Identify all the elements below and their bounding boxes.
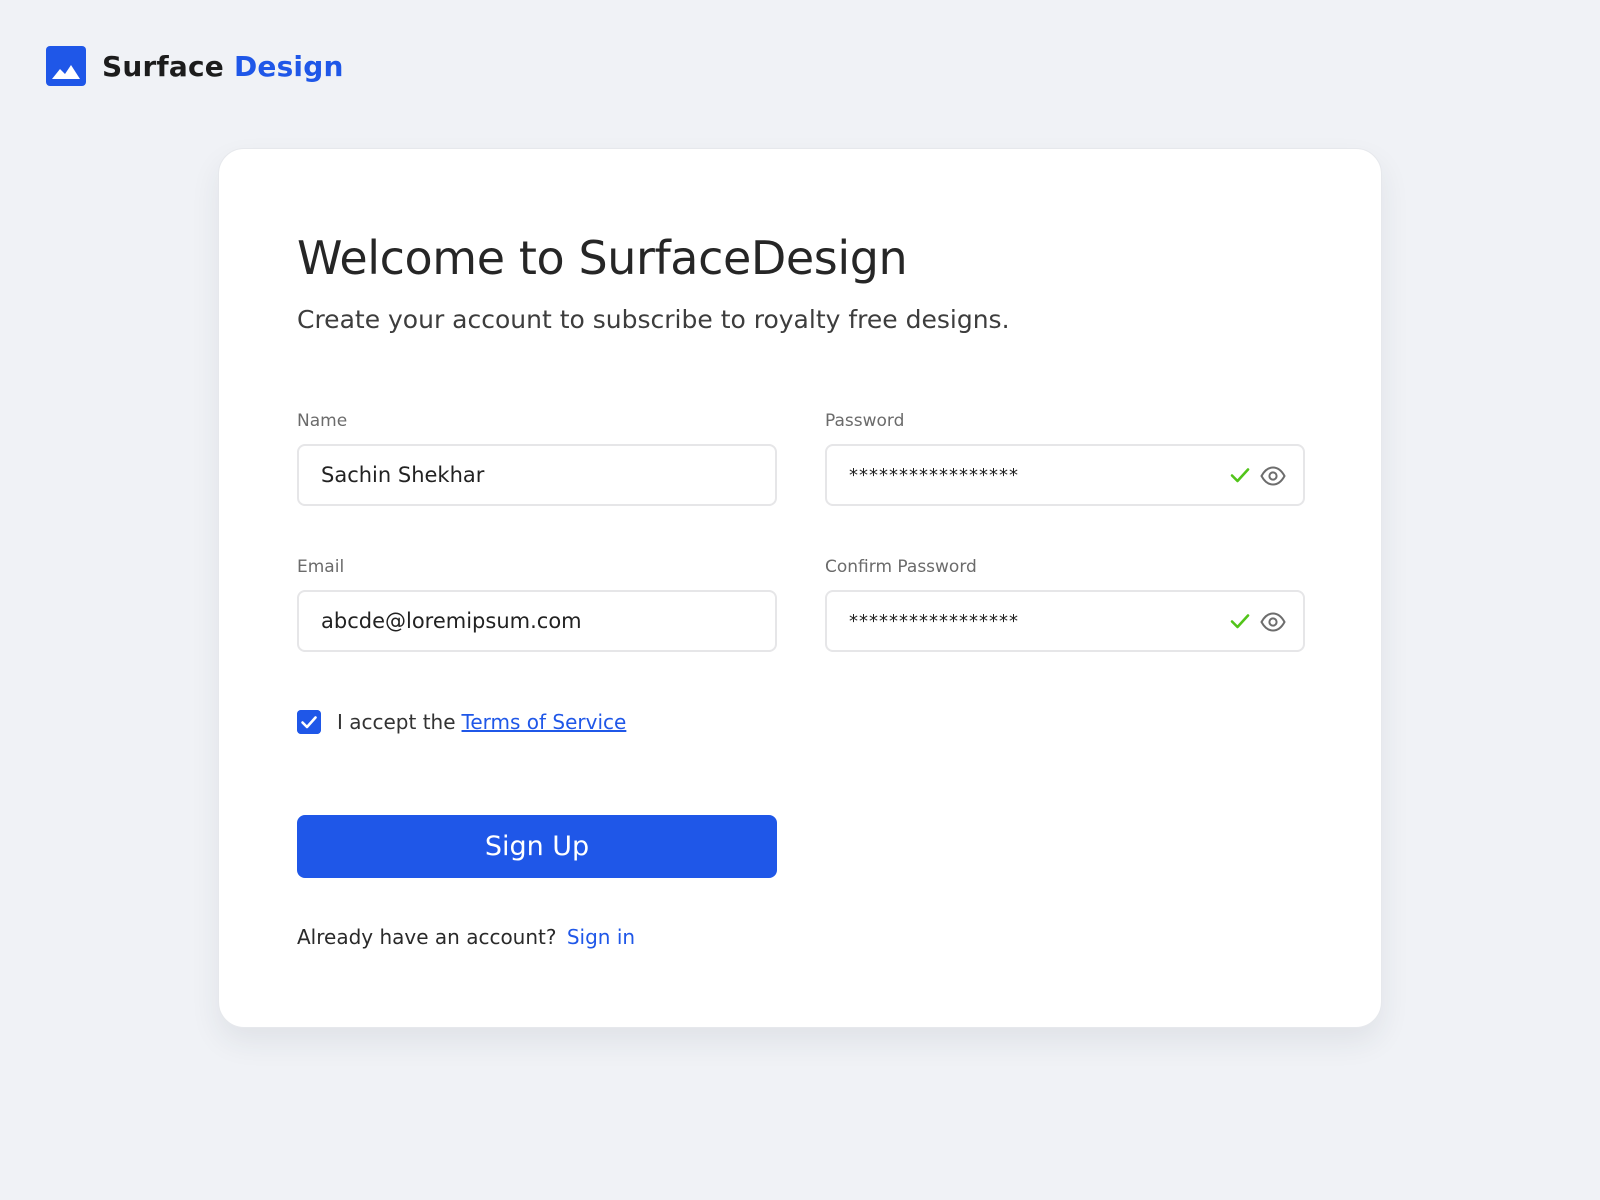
terms-checkbox[interactable] [297, 710, 321, 734]
eye-icon[interactable] [1259, 462, 1287, 490]
password-input[interactable] [849, 446, 1209, 504]
signin-row: Already have an account? Sign in [297, 925, 635, 949]
terms-of-service-link[interactable]: Terms of Service [462, 710, 627, 734]
brand-name: Surface Design [102, 50, 344, 83]
name-field[interactable] [297, 444, 777, 506]
sign-up-button[interactable]: Sign Up [297, 815, 777, 878]
brand[interactable]: Surface Design [46, 46, 344, 86]
confirm-password-label: Confirm Password [825, 557, 977, 577]
signin-prompt: Already have an account? [297, 925, 557, 949]
brand-name-second: Design [233, 49, 344, 83]
check-icon [1230, 468, 1250, 483]
eye-icon[interactable] [1259, 608, 1287, 636]
terms-row: I accept the Terms of Service [297, 709, 626, 735]
password-label: Password [825, 411, 905, 431]
email-field[interactable] [297, 590, 777, 652]
confirm-password-field[interactable] [825, 590, 1305, 652]
email-input[interactable] [321, 592, 681, 650]
email-label: Email [297, 557, 345, 577]
sign-in-link[interactable]: Sign in [567, 925, 635, 949]
signup-card: Welcome to SurfaceDesign Create your acc… [218, 148, 1382, 1028]
name-input[interactable] [321, 446, 681, 504]
page-subtitle: Create your account to subscribe to roya… [297, 305, 1010, 334]
page-title: Welcome to SurfaceDesign [297, 231, 908, 285]
image-icon [46, 46, 86, 86]
name-label: Name [297, 411, 348, 431]
brand-name-first: Surface [102, 49, 224, 83]
check-icon [1230, 614, 1250, 629]
terms-text: I accept the [337, 710, 456, 734]
confirm-password-input[interactable] [849, 592, 1209, 650]
password-field[interactable] [825, 444, 1305, 506]
